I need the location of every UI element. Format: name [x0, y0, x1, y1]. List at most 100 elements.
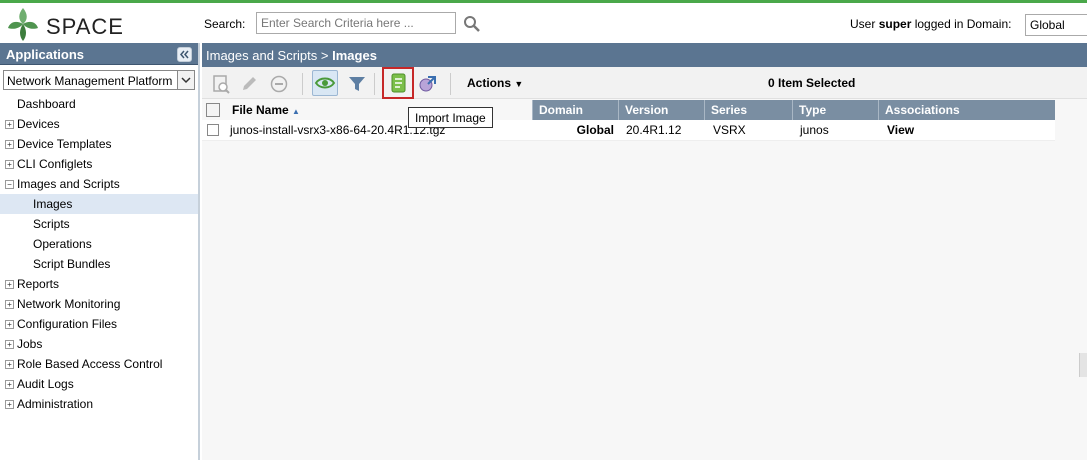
user-info: User super logged in Domain:	[850, 17, 1011, 31]
sidebar-item[interactable]: + Administration	[0, 394, 198, 414]
edit-pencil-icon[interactable]	[238, 73, 260, 95]
sidebar-item[interactable]: − Images and Scripts	[0, 174, 198, 194]
search-icon[interactable]	[463, 15, 481, 33]
sidebar-item[interactable]: Operations	[0, 234, 198, 254]
main-panel: Images and Scripts > Images Actions ▼ 0 …	[202, 43, 1087, 460]
sidebar-item[interactable]: + Role Based Access Control	[0, 354, 198, 374]
sidebar-item[interactable]: Scripts	[0, 214, 198, 234]
chevron-down-icon	[181, 77, 191, 84]
sidebar-item-label: Device Templates	[17, 137, 112, 151]
top-bar: SPACE Search: User super logged in Domai…	[0, 0, 1087, 43]
sidebar-item[interactable]: Dashboard	[0, 94, 198, 114]
filter-icon[interactable]	[346, 73, 368, 95]
double-chevron-left-icon	[180, 50, 189, 59]
cell-version: 20.4R1.12	[626, 123, 682, 137]
sidebar-item[interactable]: + Network Monitoring	[0, 294, 198, 314]
sidebar-item-label: Images	[33, 197, 73, 211]
breadcrumb-parent[interactable]: Images and Scripts	[206, 48, 317, 63]
expand-icon[interactable]: +	[5, 120, 14, 129]
caret-down-icon: ▼	[514, 79, 524, 89]
collapse-sidebar-button[interactable]	[177, 47, 192, 62]
import-image-button[interactable]	[382, 67, 414, 99]
expand-icon[interactable]: +	[5, 300, 14, 309]
sidebar-item-label: Devices	[17, 117, 60, 131]
expand-icon[interactable]: +	[5, 140, 14, 149]
sidebar-item[interactable]: + Audit Logs	[0, 374, 198, 394]
view-associations-link[interactable]: View	[881, 120, 914, 141]
user-suffix: logged in Domain:	[914, 17, 1012, 31]
sidebar-item-label: CLI Configlets	[17, 157, 93, 171]
breadcrumb-separator: >	[320, 48, 329, 63]
sidebar-item-label: Reports	[17, 277, 60, 291]
toolbar-separator	[302, 73, 303, 95]
sidebar-item[interactable]: + Configuration Files	[0, 314, 198, 334]
column-type[interactable]: Type	[792, 100, 878, 120]
sidebar-item-label: Audit Logs	[17, 377, 74, 391]
space-logo-icon	[8, 8, 38, 41]
sidebar-item[interactable]: + Device Templates	[0, 134, 198, 154]
search-label: Search:	[204, 17, 246, 31]
expand-icon[interactable]: +	[5, 360, 14, 369]
delete-minus-icon[interactable]	[268, 73, 290, 95]
sidebar-item-label: Configuration Files	[17, 317, 118, 331]
column-domain[interactable]: Domain	[532, 100, 618, 120]
column-file-name-label: File Name	[232, 103, 289, 117]
column-series[interactable]: Series	[704, 100, 792, 120]
cell-series: VSRX	[713, 123, 746, 137]
search-input[interactable]	[256, 12, 456, 34]
user-name: super	[878, 17, 912, 31]
column-associations[interactable]: Associations	[878, 100, 1055, 120]
expand-icon[interactable]: +	[5, 160, 14, 169]
import-image-icon	[391, 73, 406, 93]
sidebar-item-label: Images and Scripts	[17, 177, 120, 191]
import-image-tooltip: Import Image	[408, 107, 493, 128]
sidebar-item[interactable]: + Jobs	[0, 334, 198, 354]
row-checkbox[interactable]	[207, 124, 219, 136]
sidebar-item-label: Network Monitoring	[17, 297, 121, 311]
navigation-tree: Dashboard + Devices + Device Templates + CLI C…	[0, 94, 198, 414]
actions-label: Actions	[467, 76, 512, 90]
images-grid: File Name ▲ Domain Version Series Type A…	[202, 100, 1055, 141]
sidebar-item-label: Administration	[17, 397, 94, 411]
sidebar-item[interactable]: Script Bundles	[0, 254, 198, 274]
logo-text: SPACE	[46, 14, 124, 39]
grid-header: File Name ▲ Domain Version Series Type A…	[202, 100, 1055, 120]
panel-resize-handle[interactable]	[1079, 353, 1087, 377]
application-select-value: Network Management Platform	[7, 74, 173, 88]
sidebar-item-label: Script Bundles	[33, 257, 111, 271]
cell-type: junos	[800, 123, 829, 137]
select-all-checkbox[interactable]	[206, 103, 220, 117]
sidebar: Applications Network Management Platform…	[0, 43, 200, 460]
column-version[interactable]: Version	[618, 100, 704, 120]
expand-icon[interactable]: +	[5, 400, 14, 409]
sidebar-header: Applications	[0, 43, 198, 65]
toolbar: Actions ▼ 0 Item Selected	[202, 67, 1087, 99]
expand-icon[interactable]: +	[5, 340, 14, 349]
cell-domain: Global	[576, 123, 614, 137]
application-select[interactable]: Network Management Platform	[3, 70, 195, 90]
breadcrumb: Images and Scripts > Images	[202, 43, 1087, 67]
show-all-button[interactable]	[312, 70, 338, 96]
breadcrumb-current: Images	[332, 48, 377, 63]
sidebar-item-label: Operations	[33, 237, 92, 251]
actions-menu-button[interactable]: Actions ▼	[467, 76, 523, 90]
stage-image-icon[interactable]	[416, 73, 438, 95]
sort-ascending-icon: ▲	[292, 107, 300, 116]
sidebar-item[interactable]: + CLI Configlets	[0, 154, 198, 174]
view-details-icon[interactable]	[210, 73, 232, 95]
toolbar-separator	[374, 73, 375, 95]
expand-icon[interactable]: +	[5, 380, 14, 389]
space-logo: SPACE	[6, 6, 123, 42]
sidebar-item[interactable]: + Reports	[0, 274, 198, 294]
domain-select[interactable]: Global	[1025, 14, 1087, 36]
dropdown-arrow[interactable]	[177, 71, 194, 89]
collapse-icon[interactable]: −	[5, 180, 14, 189]
expand-icon[interactable]: +	[5, 280, 14, 289]
table-row[interactable]: junos-install-vsrx3-x86-64-20.4R1.12.tgz…	[202, 120, 1055, 141]
toolbar-separator	[450, 73, 451, 95]
sidebar-item[interactable]: + Devices	[0, 114, 198, 134]
expand-icon[interactable]: +	[5, 320, 14, 329]
select-all-cell	[202, 100, 226, 120]
sidebar-item[interactable]: Images	[0, 194, 198, 214]
eye-icon	[314, 77, 336, 89]
